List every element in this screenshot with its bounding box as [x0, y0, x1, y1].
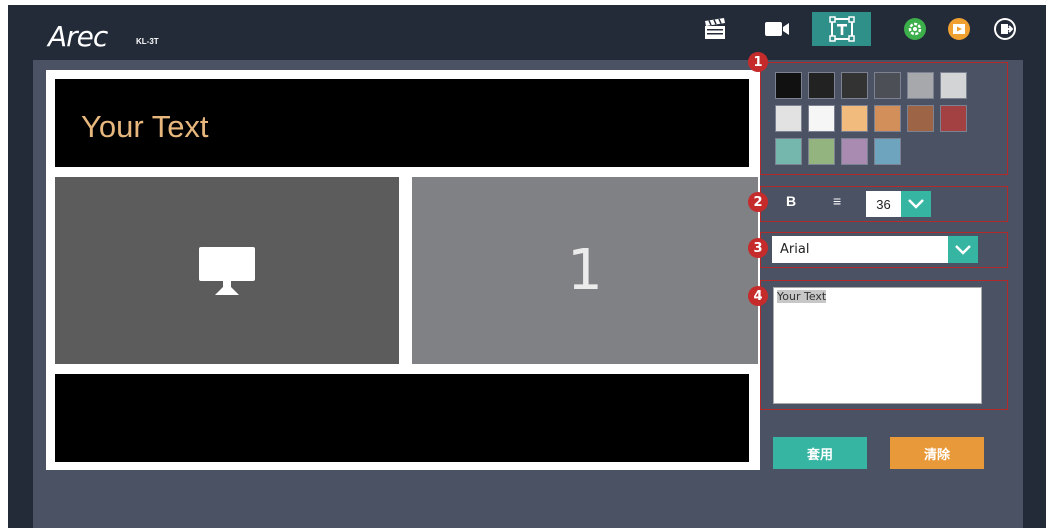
- bold-button[interactable]: B: [786, 193, 796, 209]
- color-swatch[interactable]: [775, 72, 802, 99]
- clear-button[interactable]: 清除: [890, 437, 984, 469]
- color-swatch[interactable]: [775, 105, 802, 132]
- apply-button[interactable]: 套用: [773, 437, 867, 469]
- logout-icon[interactable]: [990, 12, 1020, 46]
- step-badge-2: 2: [748, 192, 768, 212]
- font-size-dropdown-button[interactable]: [901, 191, 931, 217]
- step-badge-1: 1: [748, 52, 768, 72]
- camera-icon[interactable]: [760, 12, 794, 46]
- selected-text: Your Text: [777, 290, 827, 303]
- model-label: KL-3T: [136, 37, 159, 46]
- color-swatch[interactable]: [874, 105, 901, 132]
- font-size-field[interactable]: 36: [866, 191, 901, 217]
- layout-preview: Your Text 1: [46, 70, 760, 470]
- color-swatch[interactable]: [775, 138, 802, 165]
- font-select[interactable]: Arial: [772, 236, 948, 263]
- color-swatch[interactable]: [907, 105, 934, 132]
- preview-overlay-text: Your Text: [81, 109, 209, 144]
- zone-number: 1: [567, 238, 603, 303]
- color-swatch[interactable]: [907, 72, 934, 99]
- color-swatch[interactable]: [874, 138, 901, 165]
- color-swatch[interactable]: [874, 72, 901, 99]
- clapperboard-icon[interactable]: [700, 12, 730, 46]
- color-swatch[interactable]: [808, 105, 835, 132]
- color-swatch[interactable]: [841, 138, 868, 165]
- step-badge-3: 3: [748, 238, 768, 258]
- color-swatch[interactable]: [940, 105, 967, 132]
- monitor-icon: [199, 246, 255, 295]
- color-swatch[interactable]: [940, 72, 967, 99]
- text-overlay-icon[interactable]: [812, 12, 871, 46]
- preview-left-zone[interactable]: [55, 177, 399, 364]
- preview-right-zone[interactable]: 1: [412, 177, 758, 364]
- top-bar: Arec KL-3T: [8, 5, 1046, 60]
- align-button[interactable]: ≡: [833, 193, 841, 209]
- color-swatch[interactable]: [841, 72, 868, 99]
- font-dropdown-button[interactable]: [948, 236, 978, 263]
- overlay-text-input[interactable]: Your Text: [773, 287, 982, 404]
- media-icon[interactable]: [944, 12, 974, 46]
- preview-top-zone[interactable]: Your Text: [55, 79, 749, 167]
- brand-logo: Arec: [48, 20, 108, 53]
- color-swatch[interactable]: [808, 72, 835, 99]
- settings-icon[interactable]: [900, 12, 930, 46]
- chevron-down-icon: [908, 199, 924, 209]
- chevron-down-icon: [955, 244, 971, 255]
- step-badge-4: 4: [748, 286, 768, 306]
- color-swatch[interactable]: [808, 138, 835, 165]
- preview-bottom-zone[interactable]: [55, 374, 749, 462]
- color-swatch[interactable]: [841, 105, 868, 132]
